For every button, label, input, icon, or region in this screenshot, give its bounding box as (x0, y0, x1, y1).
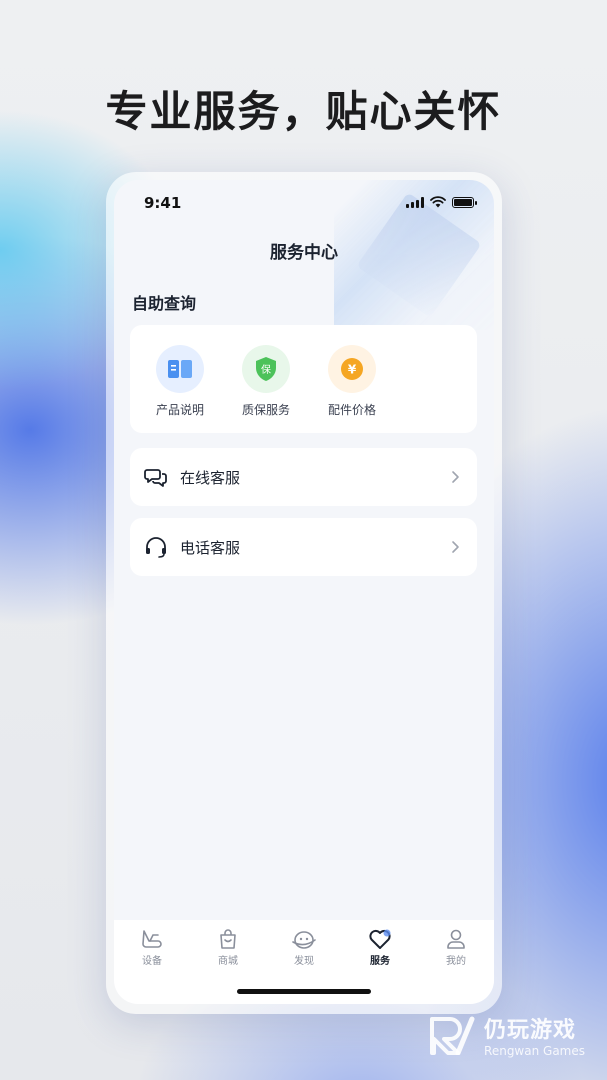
yuan-price-icon: ¥ (341, 358, 363, 380)
self-service-card: 产品说明 保 质保服务 ¥ 配件价格 (130, 325, 477, 433)
chevron-right-icon (452, 541, 459, 553)
warranty-shield-icon: 保 (256, 357, 276, 381)
discover-icon (292, 931, 316, 949)
status-time: 9:41 (144, 194, 182, 212)
rengwan-logo-icon (430, 1016, 475, 1055)
wifi-icon (430, 196, 446, 208)
heart-service-icon (369, 929, 391, 949)
online-support-label: 在线客服 (180, 468, 241, 487)
device-icon (142, 930, 162, 948)
tab-device[interactable]: 设备 (122, 928, 182, 967)
chat-bubbles-icon (144, 469, 167, 487)
phone-screen: 9:41 服务中心 自助查询 产品说明 保 质保服务 ¥ 配件价格 在线客服 电… (114, 180, 494, 1004)
page-title: 服务中心 (270, 243, 338, 263)
chevron-right-icon (452, 471, 459, 483)
watermark: 仍玩游戏 Rengwan Games (430, 1012, 585, 1058)
battery-icon (452, 196, 477, 208)
section-title-self-service: 自助查询 (132, 294, 197, 313)
status-bar: 9:41 (114, 194, 494, 214)
watermark-en: Rengwan Games (484, 1044, 585, 1058)
headset-icon (146, 537, 166, 558)
phone-support-row[interactable]: 电话客服 (130, 518, 477, 576)
tab-discover[interactable]: 发现 (274, 928, 334, 967)
tab-mall[interactable]: 商城 (198, 928, 258, 967)
phone-support-label: 电话客服 (180, 538, 241, 557)
svg-text:保: 保 (261, 363, 271, 376)
quick-item-product-manual[interactable]: 产品说明 (144, 345, 216, 433)
tab-mine[interactable]: 我的 (426, 928, 486, 967)
tab-service[interactable]: 服务 (350, 928, 410, 967)
manual-book-icon (168, 360, 192, 378)
quick-item-warranty[interactable]: 保 质保服务 (230, 345, 302, 433)
quick-item-parts-price[interactable]: ¥ 配件价格 (316, 345, 388, 433)
watermark-cn: 仍玩游戏 (484, 1018, 577, 1043)
bottom-tab-bar: 设备 商城 发现 服务 我的 (114, 920, 494, 1004)
shopping-bag-icon (220, 929, 236, 949)
svg-text:¥: ¥ (348, 363, 357, 377)
home-indicator (237, 989, 371, 994)
promo-headline: 专业服务，贴心关怀 (105, 87, 502, 136)
cellular-signal-icon (406, 196, 424, 208)
user-icon (447, 929, 465, 949)
online-support-row[interactable]: 在线客服 (130, 448, 477, 506)
